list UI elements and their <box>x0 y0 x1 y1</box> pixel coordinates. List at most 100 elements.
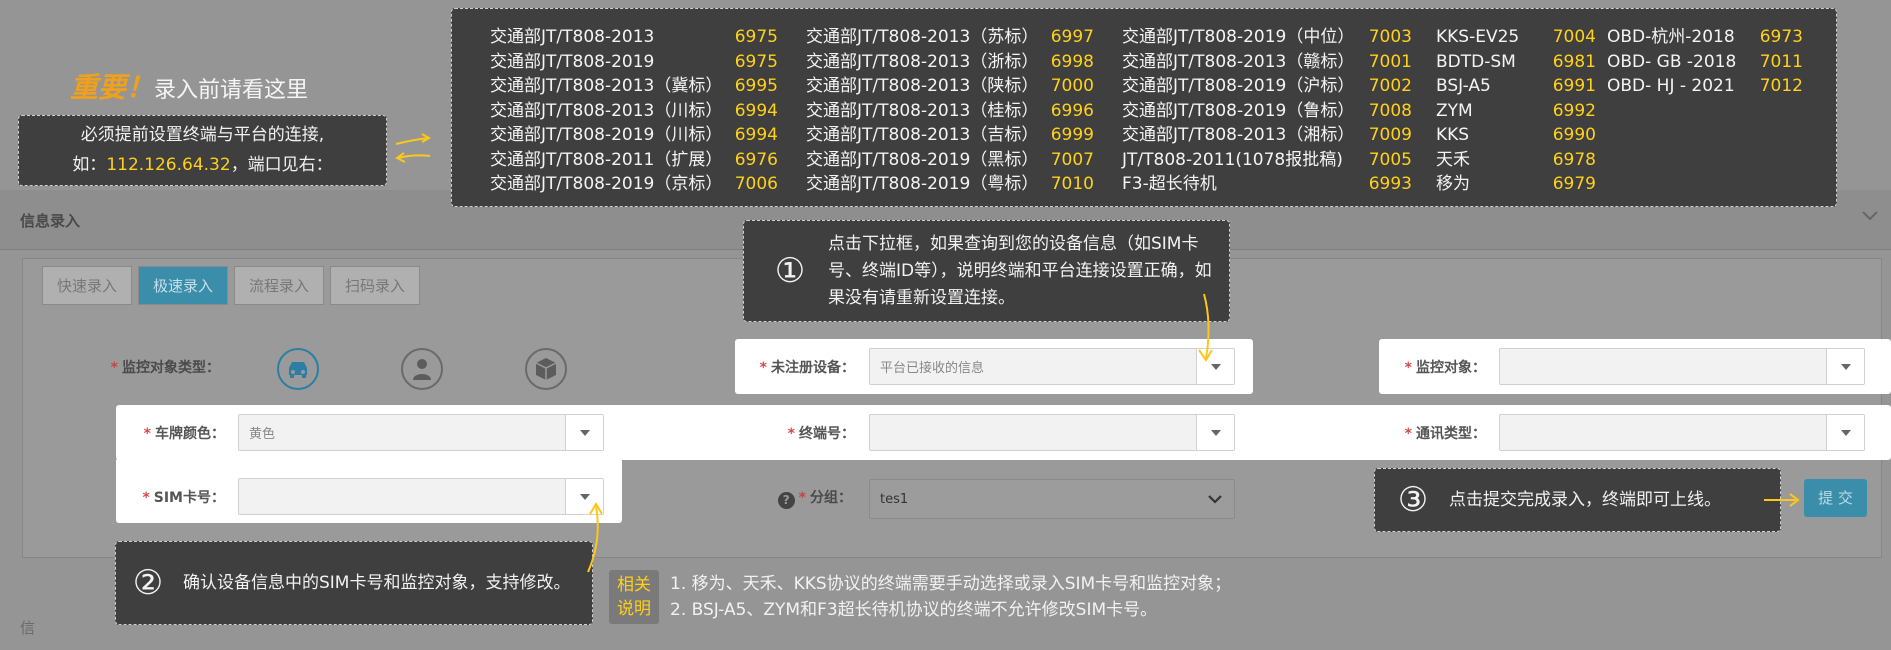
protocol-column: OBD-杭州-2018 6973 OBD- GB -2018 7011 OBD- HJ … <box>1607 25 1803 99</box>
protocol-row: KKS-EV25 7004 <box>1436 25 1596 50</box>
protocol-port: 6995 <box>734 76 778 96</box>
person-type-icon[interactable] <box>401 348 443 390</box>
protocol-port: 7011 <box>1759 51 1803 72</box>
protocol-port: 7008 <box>1368 100 1412 121</box>
note-line1: 必须提前设置终端与平台的连接, <box>80 125 325 145</box>
protocol-row: OBD-杭州-2018 6973 <box>1607 25 1803 50</box>
step1-text: 点击下拉框，如果查询到您的设备信息（如SIM卡号、终端ID等），说明终端和平台连… <box>828 233 1212 308</box>
tab-scan-entry[interactable]: 扫码录入 <box>330 266 420 305</box>
related-notes-tag: 相关说明 <box>609 570 659 624</box>
protocol-name: 天禾 <box>1436 149 1470 170</box>
protocol-row: 交通部JT/T808-2019（沪标） 7002 <box>1122 74 1412 99</box>
protocol-port: 6992 <box>1552 100 1596 121</box>
protocol-name: F3-超长待机 <box>1122 174 1217 194</box>
protocol-port: 7012 <box>1759 76 1803 96</box>
group-label: 分组： <box>810 490 852 506</box>
terminal-no-select[interactable] <box>869 414 1235 451</box>
step1-number: ① <box>774 251 806 291</box>
connection-note: 必须提前设置终端与平台的连接, 如：112.126.64.32，端口见右： <box>18 115 387 186</box>
group-select[interactable]: tes1 <box>869 479 1235 519</box>
protocol-row: 交通部JT/T808-2013（湘标） 7009 <box>1122 123 1412 148</box>
protocol-name: OBD- GB -2018 <box>1607 51 1737 72</box>
protocol-port: 6975 <box>734 27 778 47</box>
tab-process-entry[interactable]: 流程录入 <box>234 266 324 305</box>
protocol-name: 交通部JT/T808-2013（吉标） <box>806 125 1039 145</box>
related-line1: 1. 移为、天禾、KKS协议的终端需要手动选择或录入SIM卡号和监控对象； <box>670 574 1232 594</box>
protocol-name: BSJ-A5 <box>1436 76 1491 96</box>
protocol-row: 交通部JT/T808-2019 6975 <box>490 50 778 75</box>
protocol-name: 交通部JT/T808-2013（赣标） <box>1122 51 1355 72</box>
comm-type-label: 通讯类型： <box>1416 426 1486 442</box>
plate-color-label-wrap: * 车牌颜色： <box>143 426 225 442</box>
protocol-name: OBD- HJ - 2021 <box>1607 76 1735 96</box>
guide-headline: 重要！录入前请看这里 <box>70 66 308 106</box>
protocol-port: 6994 <box>734 100 778 121</box>
protocol-name: 交通部JT/T808-2019（中位） <box>1122 27 1355 47</box>
protocol-port: 6997 <box>1050 27 1094 47</box>
monitor-object-label: 监控对象： <box>1416 360 1486 376</box>
protocol-name: BDTD-SM <box>1436 51 1516 72</box>
protocol-port: 7009 <box>1368 125 1412 145</box>
group-label-wrap: ? * 分组： <box>760 487 852 509</box>
protocol-port: 7003 <box>1368 27 1412 47</box>
monitor-object-select[interactable] <box>1499 348 1865 385</box>
protocol-port: 7000 <box>1050 76 1094 96</box>
protocol-port: 6973 <box>1759 27 1803 47</box>
protocol-name: KKS <box>1436 125 1470 145</box>
protocol-row: 交通部JT/T808-2013（冀标） 6995 <box>490 74 778 99</box>
protocol-row: KKS 6990 <box>1436 123 1596 148</box>
protocol-row: 交通部JT/T808-2013（苏标） 6997 <box>806 25 1094 50</box>
bottom-panel-stub: 信 <box>20 619 36 637</box>
protocol-row: 交通部JT/T808-2013（桂标） 6996 <box>806 99 1094 124</box>
protocol-name: 交通部JT/T808-2019（沪标） <box>1122 76 1355 96</box>
step3-arrow-icon <box>1764 493 1800 507</box>
protocol-name: 交通部JT/T808-2019（黑标） <box>806 149 1039 170</box>
protocol-port: 7005 <box>1368 149 1412 170</box>
note-line2: 如：112.126.64.32，端口见右： <box>72 155 333 175</box>
tab-quick-entry[interactable]: 快速录入 <box>42 266 132 305</box>
protocol-row: 移为 6979 <box>1436 172 1596 197</box>
step2-arrow-icon <box>587 502 603 573</box>
entry-tabs: 快速录入 极速录入 流程录入 扫码录入 <box>42 266 420 305</box>
group-value: tes1 <box>880 491 909 507</box>
chevron-down-icon[interactable] <box>1862 206 1878 225</box>
protocol-port: 6990 <box>1552 125 1596 145</box>
sim-number-select[interactable] <box>238 478 604 515</box>
protocol-row: F3-超长待机 6993 <box>1122 172 1412 197</box>
vehicle-type-car-icon[interactable] <box>277 348 319 390</box>
protocol-port: 7001 <box>1368 51 1412 72</box>
item-type-box-icon[interactable] <box>525 348 567 390</box>
step3-text: 点击提交完成录入，终端即可上线。 <box>1449 489 1721 510</box>
protocol-row: 交通部JT/T808-2013（陕标） 7000 <box>806 74 1094 99</box>
step2-text: 确认设备信息中的SIM卡号和监控对象，支持修改。 <box>183 572 571 593</box>
comm-type-select[interactable] <box>1499 414 1865 451</box>
protocol-port: 6976 <box>734 149 778 170</box>
chevron-down-icon <box>1826 349 1864 384</box>
tab-express-entry[interactable]: 极速录入 <box>138 266 228 305</box>
protocol-row: 交通部JT/T808-2013（浙标） 6998 <box>806 50 1094 75</box>
protocol-port: 6991 <box>1552 76 1596 96</box>
unregistered-device-select[interactable]: 平台已接收的信息 <box>869 348 1235 385</box>
protocol-row: JT/T808-2011(1078报批稿) 7005 <box>1122 148 1412 173</box>
protocol-name: 交通部JT/T808-2011（扩展） <box>490 149 723 170</box>
protocol-column: 交通部JT/T808-2013 6975 交通部JT/T808-2019 6975 交通… <box>490 25 778 197</box>
unregistered-label-wrap: * 未注册设备： <box>759 360 855 376</box>
double-arrow-icon <box>395 133 432 163</box>
protocol-row: BSJ-A5 6991 <box>1436 74 1596 99</box>
protocol-name: 交通部JT/T808-2013（冀标） <box>490 76 723 96</box>
protocol-row: 交通部JT/T808-2013（川标） 6994 <box>490 99 778 124</box>
protocol-port: 6996 <box>1050 100 1094 121</box>
headline-text: 录入前请看这里 <box>154 78 309 103</box>
protocol-name: 交通部JT/T808-2013（湘标） <box>1122 125 1355 145</box>
plate-color-select[interactable]: 黄色 <box>238 414 604 451</box>
chevron-down-icon <box>1196 415 1234 450</box>
submit-button[interactable]: 提 交 <box>1804 479 1867 517</box>
help-icon[interactable]: ? <box>777 492 795 509</box>
protocol-name: 交通部JT/T808-2013（桂标） <box>806 100 1039 121</box>
protocol-row: 交通部JT/T808-2019（黑标） 7007 <box>806 148 1094 173</box>
step1-callout: ① 点击下拉框，如果查询到您的设备信息（如SIM卡号、终端ID等），说明终端和平… <box>743 220 1230 322</box>
chevron-down-icon <box>1196 480 1234 518</box>
protocol-port: 6978 <box>1552 149 1596 170</box>
protocol-port: 6999 <box>1050 125 1094 145</box>
protocol-name: 交通部JT/T808-2013 <box>490 27 655 47</box>
